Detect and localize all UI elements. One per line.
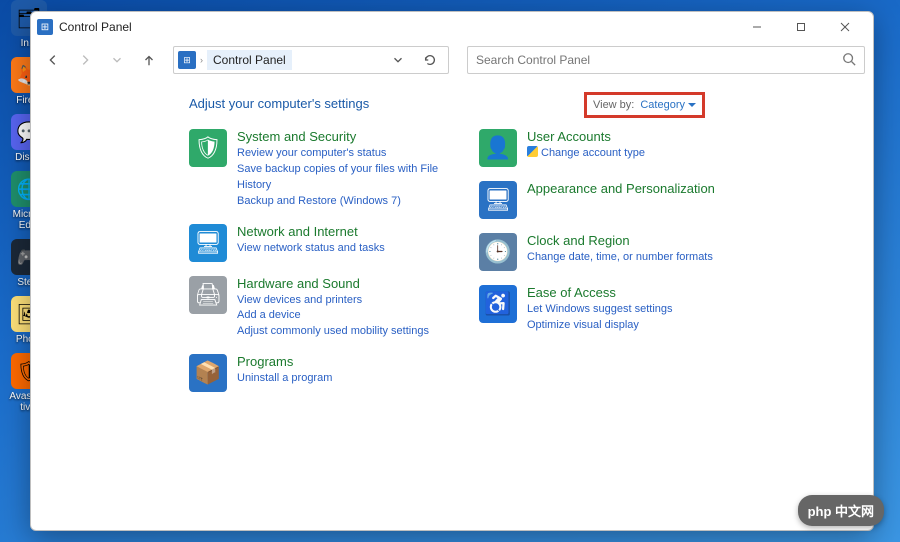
app-icon: ⊞: [37, 19, 53, 35]
forward-button[interactable]: [71, 46, 99, 74]
category-link[interactable]: Uninstall a program: [237, 371, 449, 387]
category-link[interactable]: Save backup copies of your files with Fi…: [237, 162, 449, 194]
search-icon: [842, 52, 856, 69]
category-link[interactable]: View network status and tasks: [237, 241, 449, 257]
view-by-label: View by:: [593, 99, 634, 111]
recent-dropdown[interactable]: [103, 46, 131, 74]
address-dropdown[interactable]: [384, 46, 412, 74]
category: 🖥 Network and InternetView network status…: [189, 224, 449, 262]
category-icon[interactable]: 🖥: [479, 181, 517, 219]
maximize-button[interactable]: [779, 13, 823, 41]
category-title[interactable]: User Accounts: [527, 129, 739, 146]
back-button[interactable]: [39, 46, 67, 74]
category-link[interactable]: Change date, time, or number formats: [527, 250, 739, 266]
category-icon[interactable]: 👤: [479, 129, 517, 167]
up-button[interactable]: [135, 46, 163, 74]
category-title[interactable]: System and Security: [237, 129, 449, 146]
watermark-badge: php 中文网: [798, 495, 884, 526]
breadcrumb[interactable]: Control Panel: [207, 50, 292, 70]
category: 👤 User AccountsChange account type: [479, 129, 739, 167]
search-input[interactable]: [476, 53, 842, 67]
category-icon[interactable]: 🛡: [189, 129, 227, 167]
shield-icon: [527, 146, 538, 157]
category-title[interactable]: Ease of Access: [527, 285, 739, 302]
category-title[interactable]: Network and Internet: [237, 224, 449, 241]
category-icon[interactable]: ♿: [479, 285, 517, 323]
toolbar: ⊞ › Control Panel: [31, 42, 873, 78]
category-title[interactable]: Appearance and Personalization: [527, 181, 739, 198]
address-bar[interactable]: ⊞ › Control Panel: [173, 46, 449, 74]
titlebar: ⊞ Control Panel: [31, 12, 873, 42]
category-title[interactable]: Hardware and Sound: [237, 276, 449, 293]
category: 🖥 Appearance and Personalization: [479, 181, 739, 219]
chevron-down-icon: [688, 101, 696, 109]
category-link[interactable]: Optimize visual display: [527, 318, 739, 334]
category-link[interactable]: Backup and Restore (Windows 7): [237, 194, 449, 210]
close-button[interactable]: [823, 13, 867, 41]
category-icon[interactable]: 🕒: [479, 233, 517, 271]
window-title: Control Panel: [59, 20, 132, 34]
category-icon[interactable]: 🖨: [189, 276, 227, 314]
search-bar[interactable]: [467, 46, 865, 74]
address-icon: ⊞: [178, 51, 196, 69]
category-icon[interactable]: 🖥: [189, 224, 227, 262]
category-link[interactable]: View devices and printers: [237, 293, 449, 309]
category-link[interactable]: Add a device: [237, 308, 449, 324]
category-title[interactable]: Programs: [237, 354, 449, 371]
category: 🕒 Clock and RegionChange date, time, or n…: [479, 233, 739, 271]
view-by-dropdown[interactable]: Category: [640, 99, 696, 111]
left-column: 🛡 System and SecurityReview your computer…: [189, 129, 449, 392]
control-panel-window: ⊞ Control Panel ⊞ › Control Panel: [30, 11, 874, 531]
minimize-button[interactable]: [735, 13, 779, 41]
chevron-right-icon: ›: [200, 55, 203, 65]
category-link[interactable]: Adjust commonly used mobility settings: [237, 324, 449, 340]
category-icon[interactable]: 📦: [189, 354, 227, 392]
refresh-button[interactable]: [416, 46, 444, 74]
right-column: 👤 User AccountsChange account type 🖥 Appear…: [479, 129, 739, 392]
category-columns: 🛡 System and SecurityReview your computer…: [189, 129, 843, 392]
content-area: Adjust your computer's settings View by:…: [31, 78, 873, 530]
category-link[interactable]: Change account type: [527, 146, 739, 162]
category-link[interactable]: Let Windows suggest settings: [527, 302, 739, 318]
category-link[interactable]: Review your computer's status: [237, 146, 449, 162]
page-title: Adjust your computer's settings: [189, 96, 843, 111]
category: ♿ Ease of AccessLet Windows suggest setti…: [479, 285, 739, 334]
desktop: 🗂In...🦊Fire...💬Disc...🌐Micro... Ed...🎮St…: [0, 0, 900, 542]
category-title[interactable]: Clock and Region: [527, 233, 739, 250]
view-by-highlight: View by: Category: [584, 92, 705, 118]
view-by-value: Category: [640, 99, 685, 111]
category: 📦 ProgramsUninstall a program: [189, 354, 449, 392]
category: 🖨 Hardware and SoundView devices and prin…: [189, 276, 449, 341]
category: 🛡 System and SecurityReview your computer…: [189, 129, 449, 210]
